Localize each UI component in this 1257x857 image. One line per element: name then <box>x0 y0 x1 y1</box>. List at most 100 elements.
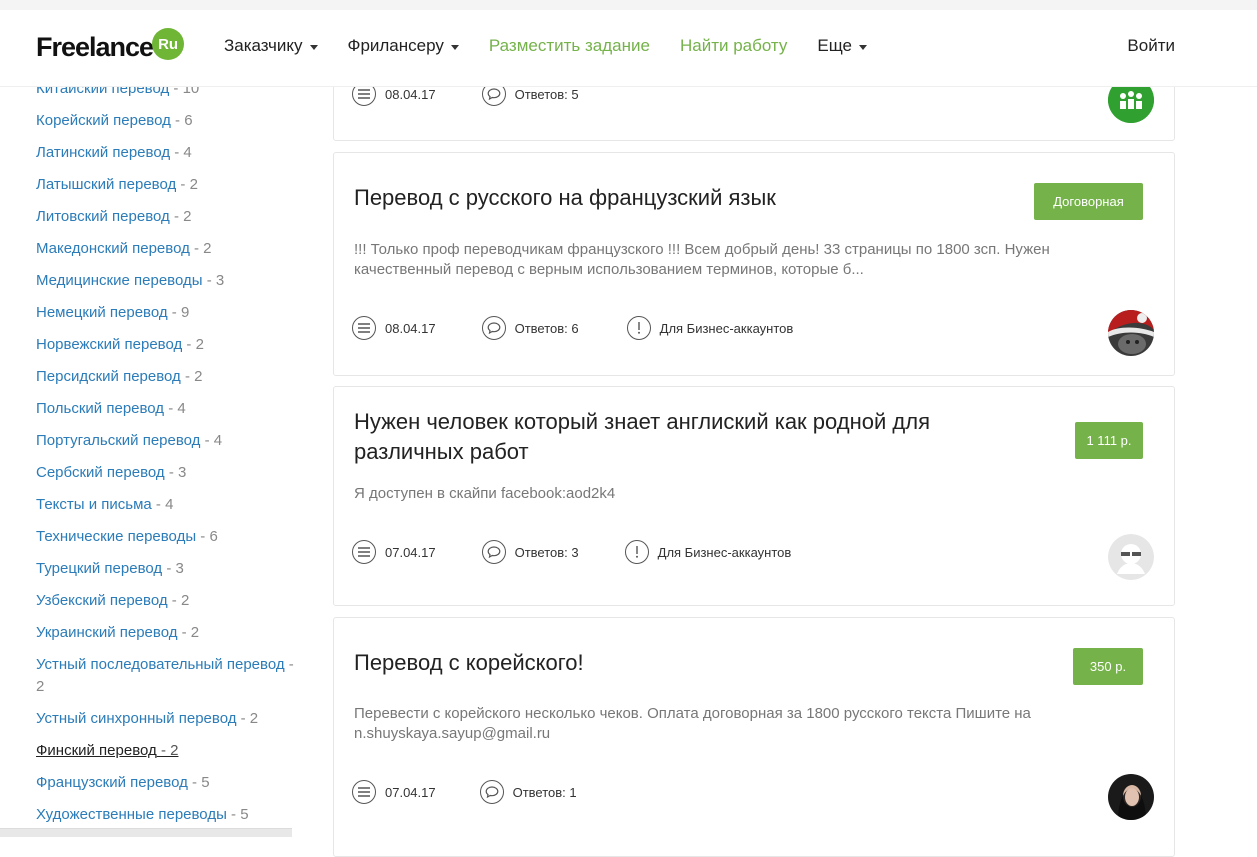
sidebar-item-label: Финский перевод <box>36 742 157 759</box>
task-answers[interactable]: Ответов: 6 <box>481 316 579 340</box>
task-description: !!! Только проф переводчикам французског… <box>354 241 1050 278</box>
task-title[interactable]: Нужен человек который знает англиский ка… <box>354 407 1024 467</box>
nav-label: Заказчику <box>224 36 303 55</box>
sidebar-item-category[interactable]: Финский перевод - 2 <box>36 740 306 762</box>
sidebar-item-category[interactable]: Устный последовательный перевод - 2 <box>36 654 306 698</box>
chevron-down-icon <box>859 44 867 50</box>
business-only: Для Бизнес-аккаунтов <box>624 540 791 564</box>
sidebar-item-label: Персидский перевод <box>36 368 181 385</box>
nav-more[interactable]: Еще <box>817 36 867 56</box>
task-date: 07.04.17 <box>352 780 436 804</box>
sidebar-item-label: Турецкий перевод <box>36 560 163 577</box>
chevron-down-icon <box>309 44 318 50</box>
task-date-text: 07.04.17 <box>385 544 436 560</box>
sidebar-item-category[interactable]: Норвежский перевод - 2 <box>36 334 306 356</box>
sidebar-item-count: - 3 <box>206 272 225 289</box>
sidebar-item-category[interactable]: Устный синхронный перевод - 2 <box>36 708 306 730</box>
nav-find-work[interactable]: Найти работу <box>680 36 787 56</box>
sidebar-item-label: Узбекский перевод <box>36 592 168 609</box>
main-nav: Заказчику Фрилансеру Разместить задание … <box>224 36 897 56</box>
nav-label: Найти работу <box>679 36 788 55</box>
sidebar-item-category[interactable]: Французский перевод - 5 <box>36 772 306 794</box>
sidebar-item-count: - 2 <box>160 742 179 759</box>
sidebar-item-category[interactable]: Турецкий перевод - 3 <box>36 558 306 580</box>
price-badge: Договорная <box>1034 183 1143 220</box>
avatar[interactable] <box>1108 310 1154 356</box>
task-title[interactable]: Перевод с русского на французский язык <box>354 183 1024 213</box>
sidebar-item-label: Сербский перевод <box>36 464 165 481</box>
sidebar-item-category[interactable]: Узбекский перевод - 2 <box>36 590 306 612</box>
sidebar-item-label: Французский перевод <box>36 774 188 791</box>
horizontal-scrollbar[interactable] <box>0 828 292 837</box>
logo[interactable]: Freelance Ru <box>36 28 185 64</box>
sidebar-item-count: - 2 <box>186 336 204 353</box>
sidebar-item-count: - 6 <box>175 112 193 129</box>
task-card[interactable]: Перевод с корейского! 350 р. Перевести с… <box>333 617 1175 857</box>
sidebar-item-category[interactable]: Немецкий перевод - 9 <box>36 302 306 324</box>
sidebar-item-category[interactable]: Медицинские переводы - 3 <box>36 270 306 292</box>
sidebar-item-label: Украинский перевод <box>36 624 178 641</box>
nav-post-task[interactable]: Разместить задание <box>489 36 650 56</box>
sidebar-item-category[interactable]: Португальский перевод - 4 <box>36 430 306 452</box>
sidebar-item-count: - 3 <box>166 560 184 577</box>
sidebar-item-category[interactable]: Литовский перевод - 2 <box>36 206 306 228</box>
avatar[interactable] <box>1108 534 1154 580</box>
business-only: Для Бизнес-аккаунтов <box>626 316 793 340</box>
list-icon <box>352 780 376 804</box>
sidebar-item-count: - 4 <box>168 400 186 417</box>
sidebar-item-label: Устный синхронный перевод <box>36 710 237 727</box>
task-description: Я доступен в скайпи facebook:aod2k4 <box>354 485 616 502</box>
nav-label: Разместить задание <box>488 36 650 55</box>
task-description: Перевести с корейского несколько чеков. … <box>354 705 1031 742</box>
sidebar-item-count: - 4 <box>155 496 174 513</box>
logo-badge: Ru <box>152 28 185 60</box>
task-answers[interactable]: Ответов: 3 <box>481 540 579 564</box>
sidebar-item-category[interactable]: Сербский перевод - 3 <box>36 462 306 484</box>
sidebar-item-count: - 5 <box>192 774 210 791</box>
sidebar-item-label: Устный последовательный перевод <box>36 656 285 673</box>
sidebar-item-category[interactable]: Украинский перевод - 2 <box>36 622 306 644</box>
nav-customer[interactable]: Заказчику <box>224 36 318 56</box>
task-date-text: 08.04.17 <box>385 86 436 102</box>
sidebar-item-category[interactable]: Корейский перевод - 6 <box>36 110 306 132</box>
nav-freelancer[interactable]: Фрилансеру <box>348 36 459 56</box>
sidebar-item-category[interactable]: Латинский перевод - 4 <box>36 142 306 164</box>
sidebar-item-label: Латинский перевод <box>36 144 171 161</box>
sidebar-item-label: Тексты и письма <box>36 496 152 513</box>
sidebar-item-category[interactable]: Македонский перевод - 2 <box>36 238 306 260</box>
nav-label: Фрилансеру <box>347 36 444 55</box>
sidebar-item-category[interactable]: Персидский перевод - 2 <box>36 366 306 388</box>
sidebar-item-category[interactable]: Польский перевод - 4 <box>36 398 306 420</box>
exclamation-icon <box>624 540 649 564</box>
sidebar-item-label: Литовский перевод <box>36 208 170 225</box>
list-icon <box>352 316 376 340</box>
sidebar-item-count: - 2 <box>180 176 198 193</box>
task-date: 08.04.17 <box>352 316 436 340</box>
sidebar-item-category[interactable]: Художественные переводы - 5 <box>36 804 306 826</box>
sidebar-item-count: - 2 <box>240 710 259 727</box>
sidebar-item-count: - 2 <box>171 592 190 609</box>
task-card[interactable]: Перевод с русского на французский язык Д… <box>333 152 1175 376</box>
task-answers-text: Ответов: 5 <box>514 86 579 102</box>
comment-icon <box>481 316 506 340</box>
sidebar-item-label: Латышский перевод <box>36 176 177 193</box>
price-badge: 1 111 р. <box>1075 422 1143 459</box>
task-answers-text: Ответов: 1 <box>512 784 577 800</box>
login-link[interactable]: Войти <box>1127 36 1175 56</box>
task-answers[interactable]: Ответов: 1 <box>479 780 577 804</box>
task-date-text: 07.04.17 <box>385 784 436 800</box>
sidebar-item-label: Македонский перевод <box>36 240 190 257</box>
task-card[interactable]: Нужен человек который знает англиский ка… <box>333 386 1175 606</box>
sidebar-item-count: - 5 <box>231 806 249 823</box>
task-meta: 08.04.17 Ответов: 6 Для Бизнес-аккаунтов <box>352 316 841 340</box>
sidebar-item-category[interactable]: Латышский перевод - 2 <box>36 174 306 196</box>
task-title[interactable]: Перевод с корейского! <box>354 648 1024 678</box>
site-header: Freelance Ru Заказчику Фрилансеру Размес… <box>0 10 1257 87</box>
sidebar-item-label: Португальский перевод <box>36 432 201 449</box>
avatar[interactable] <box>1108 774 1154 820</box>
chevron-down-icon <box>450 44 459 50</box>
task-meta: 07.04.17 Ответов: 1 <box>352 780 625 804</box>
sidebar-item-category[interactable]: Технические переводы - 6 <box>36 526 306 548</box>
price-badge: 350 р. <box>1073 648 1143 685</box>
sidebar-item-category[interactable]: Тексты и письма - 4 <box>36 494 306 516</box>
